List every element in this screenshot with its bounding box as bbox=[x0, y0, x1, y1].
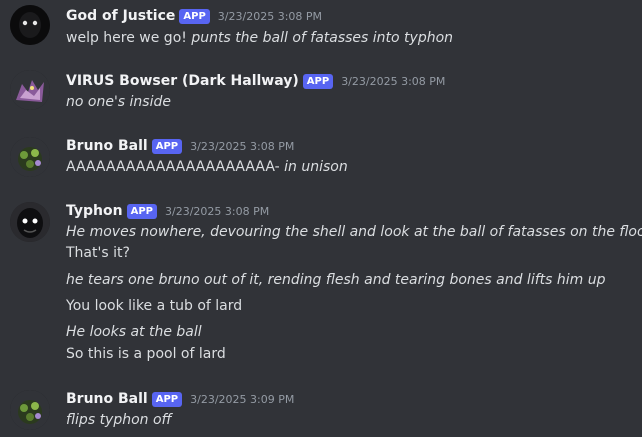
username[interactable]: Bruno Ball bbox=[66, 391, 148, 407]
app-badge: APP bbox=[302, 73, 334, 89]
message-text: That's it? bbox=[66, 245, 130, 261]
message-content: he tears one bruno out of it, rending fl… bbox=[66, 270, 605, 290]
message-action-text: He looks at the ball bbox=[66, 324, 202, 340]
timestamp[interactable]: 3/23/2025 3:08 PM bbox=[218, 10, 322, 23]
message-content: flips typhon off bbox=[66, 410, 172, 430]
message-text: AAAAAAAAAAAAAAAAAAAAA- bbox=[66, 159, 285, 175]
dark-masked-figure-avatar[interactable] bbox=[10, 5, 50, 45]
message-action-text: He moves nowhere, devouring the shell an… bbox=[66, 224, 642, 240]
username[interactable]: Typhon bbox=[66, 203, 123, 219]
username[interactable]: God of Justice bbox=[66, 8, 175, 24]
message-action-text: flips typhon off bbox=[66, 412, 172, 428]
timestamp[interactable]: 3/23/2025 3:08 PM bbox=[190, 140, 294, 153]
shadow-face-avatar[interactable] bbox=[10, 202, 50, 242]
message-header: God of Justice APP 3/23/2025 3:08 PM bbox=[66, 6, 322, 26]
timestamp[interactable]: 3/23/2025 3:08 PM bbox=[165, 205, 269, 218]
message-action-text: he tears one bruno out of it, rending fl… bbox=[66, 272, 606, 288]
timestamp[interactable]: 3/23/2025 3:09 PM bbox=[190, 393, 294, 406]
message-action-text: in unison bbox=[284, 159, 348, 175]
message-content: AAAAAAAAAAAAAAAAAAAAA- in unison bbox=[66, 157, 348, 177]
app-badge: APP bbox=[151, 391, 183, 407]
message-content: So this is a pool of lard bbox=[66, 344, 226, 364]
app-badge: APP bbox=[151, 138, 183, 154]
app-badge: APP bbox=[179, 8, 210, 24]
message-header: Typhon APP 3/23/2025 3:08 PM bbox=[66, 201, 269, 221]
message-text: So this is a pool of lard bbox=[66, 346, 226, 362]
message-content: no one's inside bbox=[66, 92, 171, 112]
green-ball-creature-avatar[interactable] bbox=[10, 390, 50, 430]
message-action-text: no one's inside bbox=[66, 94, 171, 110]
timestamp[interactable]: 3/23/2025 3:08 PM bbox=[341, 75, 445, 88]
chat-message-list: God of Justice APP 3/23/2025 3:08 PM wel… bbox=[0, 0, 642, 437]
username[interactable]: Bruno Ball bbox=[66, 138, 148, 154]
message-content: welp here we go! punts the ball of fatas… bbox=[66, 28, 453, 48]
message-header: VIRUS Bowser (Dark Hallway) APP 3/23/202… bbox=[66, 71, 445, 91]
message-text: welp here we go! bbox=[66, 30, 192, 46]
message-content: You look like a tub of lard bbox=[66, 296, 242, 316]
message-content: He looks at the ball bbox=[66, 322, 202, 342]
message-text: You look like a tub of lard bbox=[66, 298, 243, 314]
message-header: Bruno Ball APP 3/23/2025 3:08 PM bbox=[66, 136, 294, 156]
green-ball-creature-avatar[interactable] bbox=[10, 137, 50, 177]
message-action-text: punts the ball of fatasses into typhon bbox=[191, 30, 454, 46]
username[interactable]: VIRUS Bowser (Dark Hallway) bbox=[66, 73, 299, 89]
message-content: He moves nowhere, devouring the shell an… bbox=[66, 222, 642, 242]
app-badge: APP bbox=[126, 203, 157, 219]
message-header: Bruno Ball APP 3/23/2025 3:09 PM bbox=[66, 389, 294, 409]
message-content: That's it? bbox=[66, 243, 130, 263]
purple-creature-avatar[interactable] bbox=[10, 70, 50, 110]
